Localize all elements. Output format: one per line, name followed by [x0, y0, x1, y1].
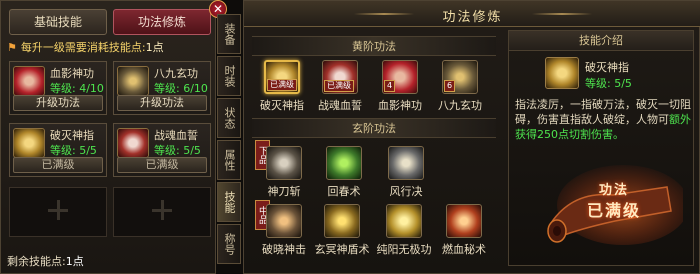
war-soul-icon — [117, 128, 149, 158]
skill-label: 破灭神指 — [260, 99, 304, 112]
finger-icon: 已满级 — [264, 60, 300, 94]
dawn-strike-icon — [266, 204, 302, 238]
skill-blade[interactable]: 神刀斩 — [256, 146, 312, 199]
max-badge: 已满级 — [324, 80, 354, 92]
skill-level: 等级: 5/5 — [50, 144, 97, 157]
empty-skill-slot[interactable] — [9, 187, 107, 237]
plus-icon — [48, 200, 68, 220]
max-level-button[interactable]: 已满级 — [117, 157, 207, 173]
side-tab-title[interactable]: 称号 — [217, 224, 241, 264]
skill-name: 战魂血誓 — [154, 129, 198, 142]
info-skill-name: 破灭神指 — [585, 61, 629, 74]
skill-label: 风行决 — [389, 185, 423, 198]
seal-line-1: 功法 — [599, 183, 630, 198]
skill-level: 等级: 4/10 — [50, 82, 104, 95]
rejuvenate-icon — [326, 146, 362, 180]
remaining-label: 剩余技能点: — [7, 255, 66, 268]
plus-icon — [152, 200, 172, 220]
notice-value: 1点 — [145, 41, 164, 54]
skill-name: 八九玄功 — [154, 67, 198, 80]
skill-label: 燃血秘术 — [442, 243, 486, 256]
title-ornament — [532, 13, 592, 15]
info-description: 指法凌厉，一指破万法，破灭一切阻碍，伤害直指敌人破绽，人物可额外获得250点切割… — [515, 97, 691, 142]
blood-shadow-icon: 4 — [382, 60, 418, 94]
skill-rejuvenate[interactable]: 回春术 — [316, 146, 372, 199]
info-header: 技能介绍 — [509, 31, 693, 51]
desc-text: 指法凌厉，一指破万法，破灭一切阻碍，伤害直指敌人破绽，人物可 — [515, 98, 691, 126]
skill-label: 战魂血誓 — [318, 99, 362, 112]
skill-level: 等级: 6/10 — [154, 82, 208, 95]
max-level-seal: 功法 已满级 — [587, 181, 641, 221]
skill-info-panel: 技能介绍 破灭神指 等级: 5/5 指法凌厉，一指破万法，破灭一切阻碍，伤害直指… — [508, 30, 694, 266]
empty-skill-slot[interactable] — [113, 187, 211, 237]
skill-card-eighty-nine[interactable]: 八九玄功 等级: 6/10 升级功法 — [113, 61, 211, 115]
skill-blood-shadow[interactable]: 4 血影神功 — [372, 60, 428, 113]
war-soul-icon: 已满级 — [322, 60, 358, 94]
side-tab-fashion[interactable]: 时装 — [217, 56, 241, 96]
notice-text: 每升一级需要消耗技能点: — [20, 41, 146, 54]
upgrade-button[interactable]: 升级功法 — [117, 95, 207, 111]
skill-level: 等级: 5/5 — [154, 144, 201, 157]
side-tab-status[interactable]: 状态 — [217, 98, 241, 138]
skill-dawn-strike[interactable]: 破晓神击 — [256, 204, 312, 257]
cost-notice: ⚑ 每升一级需要消耗技能点:1点 — [7, 39, 213, 57]
remaining-points: 剩余技能点:1点 — [7, 253, 84, 269]
wind-icon — [388, 146, 424, 180]
skill-name: 破灭神指 — [50, 129, 94, 142]
mystic-tier-header: 玄阶功法 — [252, 118, 496, 138]
skill-burning-blood[interactable]: 燃血秘术 — [436, 204, 492, 257]
blade-icon — [266, 146, 302, 180]
skill-label: 八九玄功 — [438, 99, 482, 112]
skill-card-blood-shadow[interactable]: 血影神功 等级: 4/10 升级功法 — [9, 61, 107, 115]
blood-shadow-icon — [13, 66, 45, 96]
skill-card-finger[interactable]: 破灭神指 等级: 5/5 已满级 — [9, 123, 107, 177]
skill-name: 血影神功 — [50, 67, 94, 80]
remaining-value: 1点 — [65, 255, 84, 268]
flag-icon: ⚑ — [7, 41, 17, 54]
skill-label: 神刀斩 — [267, 185, 301, 198]
seal-line-2: 已满级 — [587, 201, 642, 220]
skill-shield[interactable]: 玄冥神盾术 — [314, 204, 370, 257]
burning-blood-icon — [446, 204, 482, 238]
tab-martial-training[interactable]: 功法修炼 — [113, 9, 211, 35]
skill-label: 玄冥神盾术 — [314, 243, 370, 256]
finger-icon — [13, 128, 45, 158]
max-level-button[interactable]: 已满级 — [13, 157, 103, 173]
skill-war-soul[interactable]: 已满级 战魂血誓 — [312, 60, 368, 113]
shield-icon — [324, 204, 360, 238]
side-tab-equipment[interactable]: 装备 — [217, 14, 241, 54]
yellow-tier-header: 黄阶功法 — [252, 36, 496, 56]
side-tab-skills[interactable]: 技能 — [217, 182, 241, 222]
skill-eighty-nine[interactable]: 6 八九玄功 — [432, 60, 488, 113]
skill-label: 血影神功 — [378, 99, 422, 112]
skill-label: 纯阳无极功 — [376, 243, 432, 256]
tab-basic-skills[interactable]: 基础技能 — [9, 9, 107, 35]
skill-wind[interactable]: 风行决 — [378, 146, 434, 199]
max-badge: 已满级 — [267, 79, 297, 91]
side-tab-attributes[interactable]: 属性 — [217, 140, 241, 180]
finger-icon — [545, 57, 579, 89]
eighty-nine-icon — [117, 66, 149, 96]
basic-skill-panel: 基础技能 功法修炼 ⚑ 每升一级需要消耗技能点:1点 血影神功 等级: 4/10 … — [0, 0, 216, 274]
title-bar: 功法修炼 — [244, 1, 700, 27]
upgrade-button[interactable]: 升级功法 — [13, 95, 103, 111]
page-title: 功法修炼 — [442, 10, 503, 25]
yang-icon — [386, 204, 422, 238]
skill-finger[interactable]: 已满级 破灭神指 — [254, 60, 310, 113]
skill-label: 回春术 — [327, 185, 361, 198]
skill-label: 破晓神击 — [262, 243, 306, 256]
skill-yang[interactable]: 纯阳无极功 — [376, 204, 432, 257]
level-badge: 6 — [444, 80, 456, 92]
eighty-nine-icon: 6 — [442, 60, 478, 94]
info-skill-level: 等级: 5/5 — [585, 77, 632, 90]
level-badge: 4 — [384, 80, 396, 92]
skill-card-war-soul[interactable]: 战魂血誓 等级: 5/5 已满级 — [113, 123, 211, 177]
